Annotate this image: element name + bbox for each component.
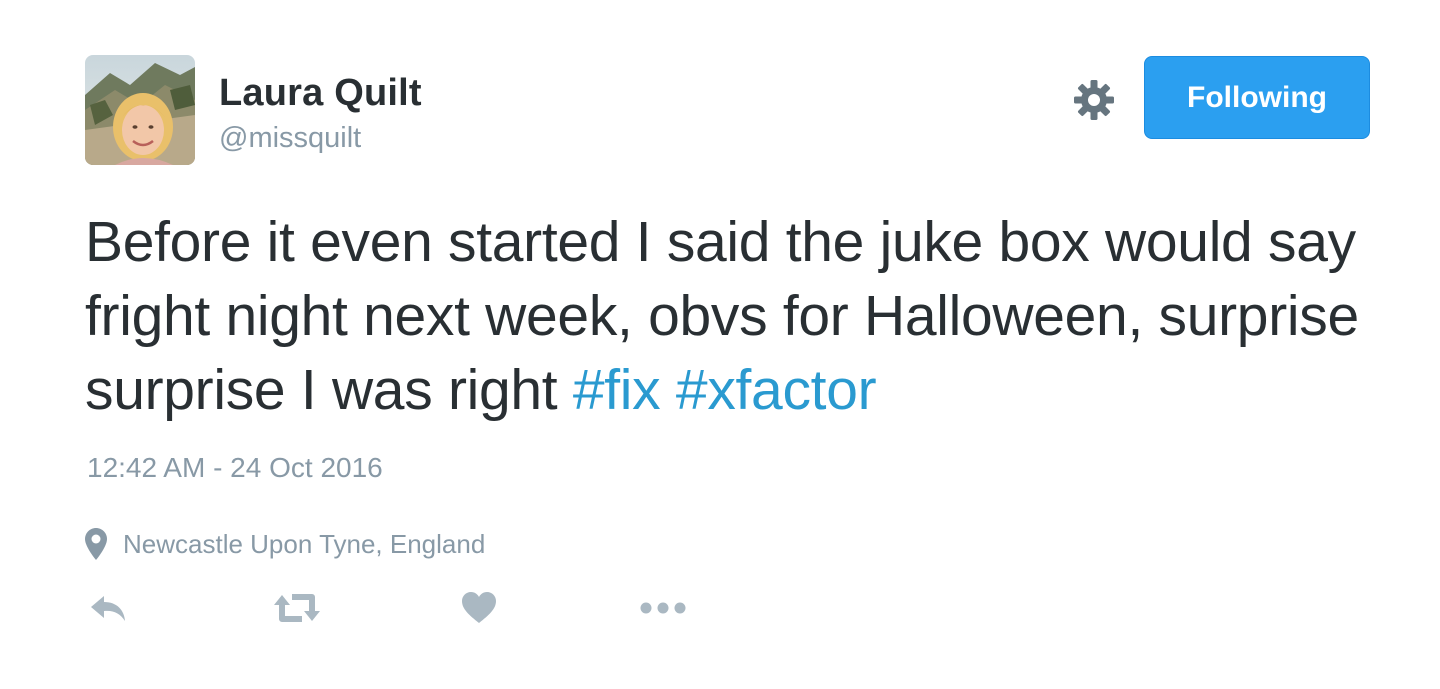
hashtag-xfactor[interactable]: #xfactor: [676, 358, 877, 422]
more-icon[interactable]: [640, 588, 686, 628]
gear-icon[interactable]: [1072, 78, 1116, 122]
tweet-card: Laura Quilt @missquilt Following Before …: [0, 0, 1440, 689]
hashtag-fix[interactable]: #fix: [573, 358, 661, 422]
following-button[interactable]: Following: [1144, 56, 1370, 139]
tweet-location[interactable]: Newcastle Upon Tyne, England: [85, 526, 485, 562]
location-pin-icon: [85, 528, 107, 560]
tweet-text: Before it even started I said the juke b…: [85, 205, 1385, 427]
retweet-icon[interactable]: [274, 588, 320, 628]
tweet-timestamp[interactable]: 12:42 AM - 24 Oct 2016: [87, 452, 383, 484]
reply-icon[interactable]: [88, 588, 128, 628]
avatar[interactable]: [85, 55, 195, 165]
like-icon[interactable]: [461, 588, 497, 628]
location-text[interactable]: Newcastle Upon Tyne, England: [123, 529, 485, 560]
user-display-name[interactable]: Laura Quilt: [219, 72, 422, 115]
user-handle[interactable]: @missquilt: [219, 122, 361, 155]
